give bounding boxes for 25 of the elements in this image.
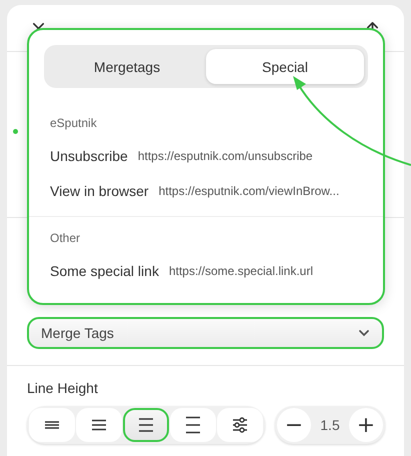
- section-label: Line Height: [27, 380, 99, 398]
- line-height-option[interactable]: [29, 408, 75, 442]
- merge-tags-dropdown[interactable]: Merge Tags: [27, 317, 384, 349]
- url-text: https://esputnik.com/unsubscribe: [138, 148, 313, 162]
- url-text: https://some.special.link.url: [168, 264, 313, 278]
- decrement-button[interactable]: −: [277, 408, 311, 442]
- url-text: https://esputnik.com/viewInBrow...: [158, 184, 340, 198]
- lines-icon: [136, 415, 156, 435]
- sliders-icon: [230, 415, 250, 435]
- tab[interactable]: Special: [206, 49, 364, 84]
- annotation-dot: [13, 129, 18, 134]
- group-heading: Other: [50, 230, 82, 247]
- menu-item[interactable]: View in browser: [50, 182, 149, 198]
- line-height-option[interactable]: [76, 408, 122, 442]
- line-height-option[interactable]: [170, 408, 216, 442]
- stepper-value: 1.5: [320, 417, 340, 433]
- group-heading: eSputnik: [50, 115, 98, 132]
- chevron-down-icon: [358, 327, 370, 339]
- menu-item[interactable]: Some special link: [50, 262, 159, 278]
- line-height-option[interactable]: [123, 408, 169, 442]
- menu-item[interactable]: Unsubscribe: [50, 148, 128, 164]
- lines-icon: [183, 415, 203, 435]
- line-height-option[interactable]: [217, 408, 263, 442]
- tab[interactable]: Mergetags: [48, 49, 206, 84]
- increment-button[interactable]: +: [349, 408, 383, 442]
